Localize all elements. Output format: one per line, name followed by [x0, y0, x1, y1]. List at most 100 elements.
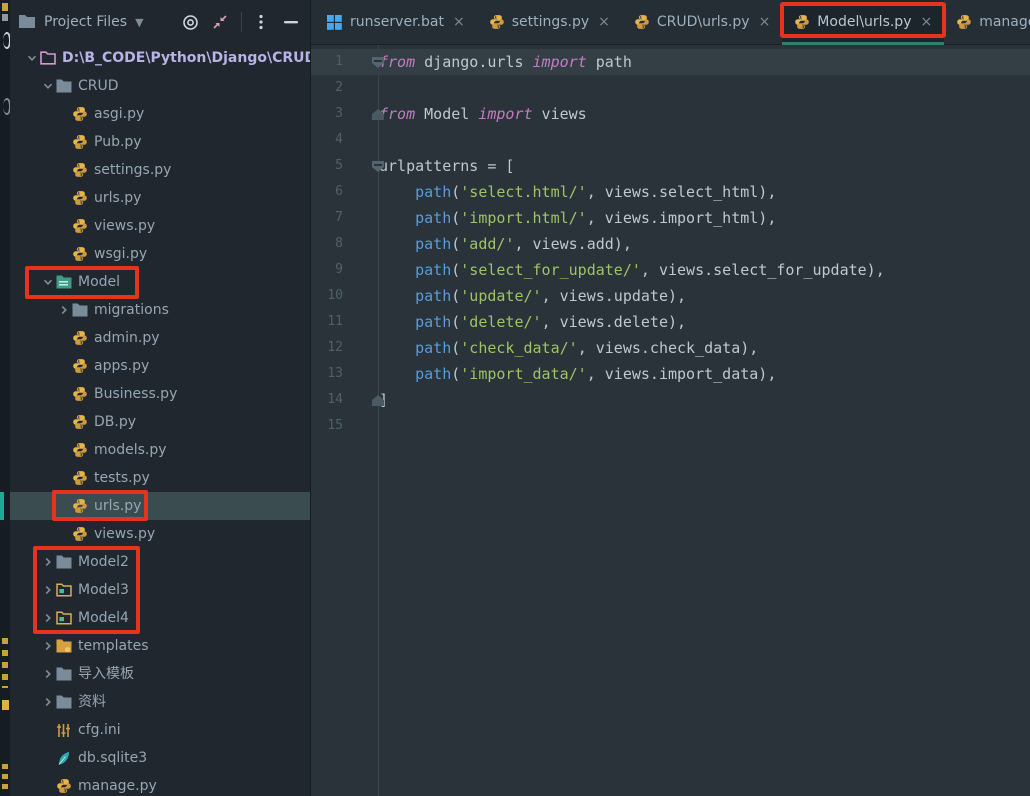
code-line-10[interactable]: 10 path('update/', views.update),	[311, 283, 1030, 309]
tree-item-manage-py[interactable]: manage.py	[10, 772, 310, 796]
hide-panel-icon[interactable]	[280, 11, 302, 33]
line-number[interactable]: 12	[311, 335, 343, 361]
chevron-right-icon[interactable]	[40, 613, 56, 623]
code-line-8[interactable]: 8 path('add/', views.add),	[311, 231, 1030, 257]
line-number[interactable]: 14	[311, 387, 343, 413]
code-line-3[interactable]: 3from Model import views	[311, 101, 1030, 127]
active-item-accent-bar	[0, 492, 4, 520]
tree-item-settings-py[interactable]: settings.py	[10, 156, 310, 184]
chevron-down-icon[interactable]	[40, 81, 56, 91]
tab-label: CRUD\urls.py	[657, 14, 750, 30]
tree-item-wsgi-py[interactable]: wsgi.py	[10, 240, 310, 268]
tab-crud-urls-py[interactable]: CRUD\urls.py ×	[622, 0, 782, 44]
python-icon	[72, 106, 89, 122]
chevron-right-icon[interactable]	[40, 585, 56, 595]
chevron-right-icon[interactable]	[40, 557, 56, 567]
tree-item-label: views.py	[94, 218, 155, 234]
line-number[interactable]: 11	[311, 309, 343, 335]
feather-icon	[56, 750, 73, 766]
folder-icon	[72, 302, 89, 318]
tree-item-db-sqlite3[interactable]: db.sqlite3	[10, 744, 310, 772]
windows-icon	[327, 14, 343, 30]
more-options-icon[interactable]	[250, 11, 272, 33]
project-view-selector[interactable]: Project Files	[44, 14, 127, 30]
folder-badge-icon	[56, 610, 73, 626]
code-line-11[interactable]: 11 path('delete/', views.delete),	[311, 309, 1030, 335]
code-line-13[interactable]: 13 path('import_data/', views.import_dat…	[311, 361, 1030, 387]
chevron-down-icon[interactable]: ▼	[135, 16, 143, 29]
chevron-down-icon[interactable]	[40, 277, 56, 287]
tree-item-model[interactable]: Model	[10, 268, 310, 296]
sliders-icon	[56, 722, 73, 738]
tree-item-admin-py[interactable]: admin.py	[10, 324, 310, 352]
tab-settings-py[interactable]: settings.py×	[477, 0, 622, 44]
tree-item-models-py[interactable]: models.py	[10, 436, 310, 464]
code-line-1[interactable]: 1from django.urls import path	[311, 49, 1030, 75]
tree-item-label: db.sqlite3	[78, 750, 147, 766]
line-number[interactable]: 6	[311, 179, 343, 205]
close-icon[interactable]: ×	[920, 15, 932, 29]
tree-item-label: manage.py	[78, 778, 157, 794]
tree-item-model3[interactable]: Model3	[10, 576, 310, 604]
line-number[interactable]: 13	[311, 361, 343, 387]
folder-root-icon	[40, 50, 57, 66]
tree-item-d-b-code-python-django-crud[interactable]: D:\B_CODE\Python\Django\CRUD	[10, 44, 310, 72]
code-editor[interactable]: 1from django.urls import path23from Mode…	[311, 45, 1030, 796]
tree-item-label: asgi.py	[94, 106, 144, 122]
line-number[interactable]: 7	[311, 205, 343, 231]
close-icon[interactable]: ×	[453, 15, 465, 29]
chevron-right-icon[interactable]	[56, 305, 72, 315]
code-line-5[interactable]: 5urlpatterns = [	[311, 153, 1030, 179]
code-line-15[interactable]: 15	[311, 413, 1030, 439]
tree-item-model4[interactable]: Model4	[10, 604, 310, 632]
locate-icon[interactable]	[179, 11, 201, 33]
line-number[interactable]: 10	[311, 283, 343, 309]
code-line-9[interactable]: 9 path('select_for_update/', views.selec…	[311, 257, 1030, 283]
tree-item-model2[interactable]: Model2	[10, 548, 310, 576]
tab-runserver-bat[interactable]: runserver.bat×	[315, 0, 477, 44]
tree-item-views-py[interactable]: views.py	[10, 212, 310, 240]
line-number[interactable]: 2	[311, 75, 343, 101]
tree-item-pub-py[interactable]: Pub.py	[10, 128, 310, 156]
tree-item-apps-py[interactable]: apps.py	[10, 352, 310, 380]
tree-item-urls-py[interactable]: urls.py	[10, 184, 310, 212]
tree-item-templates[interactable]: templates	[10, 632, 310, 660]
project-tool-window: Project Files ▼ D:\B_CODE\Python\Django\…	[10, 0, 311, 796]
tree-item-db-py[interactable]: DB.py	[10, 408, 310, 436]
tree-item-asgi-py[interactable]: asgi.py	[10, 100, 310, 128]
editor-area: runserver.bat×settings.py×CRUD\urls.py×M…	[311, 0, 1030, 796]
tree-item-资料[interactable]: 资料	[10, 688, 310, 716]
tree-item-views-py[interactable]: views.py	[10, 520, 310, 548]
line-number[interactable]: 5	[311, 153, 343, 179]
chevron-right-icon[interactable]	[40, 641, 56, 651]
line-number[interactable]: 8	[311, 231, 343, 257]
tab-manage-py[interactable]: manage.py×	[944, 0, 1030, 44]
line-number[interactable]: 15	[311, 413, 343, 439]
tree-item-crud[interactable]: CRUD	[10, 72, 310, 100]
code-line-4[interactable]: 4	[311, 127, 1030, 153]
chevron-down-icon[interactable]	[24, 53, 40, 63]
editor-tab-bar: runserver.bat×settings.py×CRUD\urls.py×M…	[311, 0, 1030, 45]
close-icon[interactable]: ×	[598, 15, 610, 29]
tab-model-urls-py[interactable]: Model\urls.py×	[782, 0, 944, 44]
line-number[interactable]: 9	[311, 257, 343, 283]
tree-item-migrations[interactable]: migrations	[10, 296, 310, 324]
code-line-6[interactable]: 6 path('select.html/', views.select_html…	[311, 179, 1030, 205]
line-number[interactable]: 1	[311, 49, 343, 75]
chevron-right-icon[interactable]	[40, 697, 56, 707]
tree-item-导入模板[interactable]: 导入模板	[10, 660, 310, 688]
code-line-2[interactable]: 2	[311, 75, 1030, 101]
collapse-all-icon[interactable]	[209, 11, 231, 33]
code-line-14[interactable]: 14]	[311, 387, 1030, 413]
code-line-7[interactable]: 7 path('import.html/', views.import_html…	[311, 205, 1030, 231]
tree-item-cfg-ini[interactable]: cfg.ini	[10, 716, 310, 744]
tree-item-urls-py[interactable]: urls.py	[10, 492, 310, 520]
line-number[interactable]: 4	[311, 127, 343, 153]
close-icon[interactable]: ×	[759, 15, 771, 29]
code-line-12[interactable]: 12 path('check_data/', views.check_data)…	[311, 335, 1030, 361]
tree-item-business-py[interactable]: Business.py	[10, 380, 310, 408]
code-text: path('select.html/', views.select_html),	[379, 179, 1030, 205]
line-number[interactable]: 3	[311, 101, 343, 127]
tree-item-tests-py[interactable]: tests.py	[10, 464, 310, 492]
chevron-right-icon[interactable]	[40, 669, 56, 679]
